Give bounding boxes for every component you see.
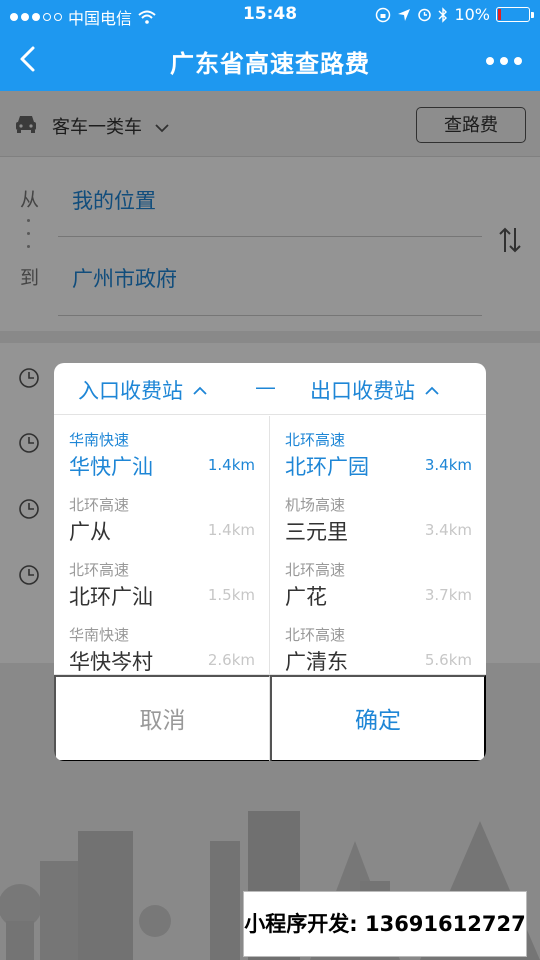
battery-icon [496, 7, 534, 22]
entry-title: 入口收费站 [78, 379, 183, 403]
list-item[interactable]: 北环高速 北环广园 3.4km [270, 416, 486, 481]
page-title: 广东省高速查路费 [170, 50, 370, 78]
station-distance: 1.4km [207, 456, 255, 474]
list-item[interactable]: 机场高速 三元里 3.4km [270, 481, 486, 546]
station-name: 三元里 [285, 520, 348, 544]
location-arrow-icon [398, 8, 411, 21]
exit-station-list[interactable]: 北环高速 北环广园 3.4km 机场高速 三元里 3.4km 北环高速 广花 3… [270, 416, 486, 674]
road-name: 北环高速 [285, 561, 346, 579]
top-bar: 中国电信 15:48 10% 广东省高速查路费 [0, 0, 540, 91]
alarm-icon [418, 8, 432, 22]
station-name: 北环广汕 [69, 585, 153, 609]
station-name: 广从 [69, 520, 111, 544]
station-name: 华快广汕 [69, 455, 153, 479]
station-distance: 5.6km [424, 651, 472, 669]
station-distance: 3.4km [424, 521, 472, 539]
road-name: 华南快速 [69, 431, 130, 449]
chevron-up-icon [193, 386, 207, 395]
station-name: 北环广园 [285, 455, 369, 479]
station-name: 广清东 [285, 650, 348, 674]
status-right: 10% [375, 5, 534, 24]
road-name: 北环高速 [69, 496, 130, 514]
road-name: 北环高速 [69, 561, 130, 579]
list-item[interactable]: 北环高速 广从 1.4km [54, 481, 269, 546]
status-bar: 中国电信 15:48 10% [0, 0, 540, 30]
picker-footer: 取消 确定 [54, 674, 486, 761]
entry-station-list[interactable]: 华南快速 华快广汕 1.4km 北环高速 广从 1.4km 北环高速 北环广汕 … [54, 416, 270, 674]
station-distance: 1.5km [207, 586, 255, 604]
list-item[interactable]: 华南快速 华快岑村 2.6km [54, 611, 269, 674]
station-distance: 1.4km [207, 521, 255, 539]
station-distance: 2.6km [207, 651, 255, 669]
chevron-up-icon [425, 386, 439, 395]
battery-percent: 10% [454, 5, 490, 24]
station-name: 广花 [285, 585, 327, 609]
toll-station-picker: 入口收费站 — 出口收费站 华南快速 华快广汕 1.4km 北环高速 广从 1.… [54, 363, 486, 761]
nav-bar: 广东省高速查路费 [0, 30, 540, 91]
list-item[interactable]: 北环高速 广清东 5.6km [270, 611, 486, 674]
exit-station-tab[interactable]: 出口收费站 [310, 375, 439, 405]
bluetooth-icon [438, 6, 448, 23]
exit-title: 出口收费站 [310, 379, 415, 403]
entry-station-tab[interactable]: 入口收费站 [78, 375, 207, 405]
road-name: 华南快速 [69, 626, 130, 644]
station-name: 华快岑村 [69, 650, 153, 674]
more-icon[interactable] [486, 57, 522, 65]
list-item[interactable]: 北环高速 北环广汕 1.5km [54, 546, 269, 611]
station-distance: 3.4km [424, 456, 472, 474]
picker-header: 入口收费站 — 出口收费站 [54, 363, 486, 415]
list-item[interactable]: 北环高速 广花 3.7km [270, 546, 486, 611]
road-name: 北环高速 [285, 626, 346, 644]
confirm-button[interactable]: 确定 [270, 675, 486, 761]
promo-watermark: 小程序开发: 13691612727 [243, 891, 527, 957]
station-distance: 3.7km [424, 586, 472, 604]
rotation-lock-icon [376, 7, 391, 22]
road-name: 机场高速 [285, 496, 346, 514]
cancel-button[interactable]: 取消 [54, 675, 270, 761]
road-name: 北环高速 [285, 431, 346, 449]
list-item[interactable]: 华南快速 华快广汕 1.4km [54, 416, 269, 481]
header-separator: — [255, 375, 276, 399]
